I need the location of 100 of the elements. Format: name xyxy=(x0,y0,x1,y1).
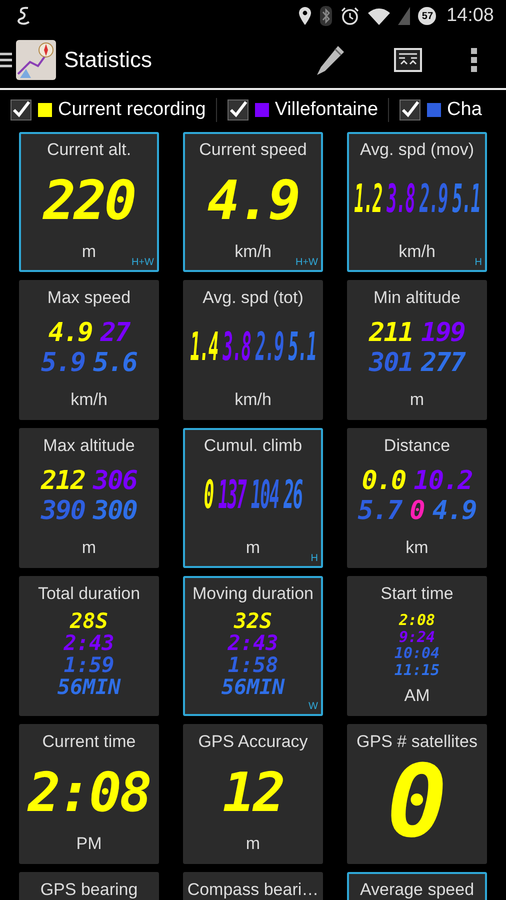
tile-title: GPS # satellites xyxy=(356,732,478,752)
stat-tile[interactable]: Start time 2:08 9:24 10:04 11:15 AM xyxy=(347,576,487,716)
menu-icon[interactable] xyxy=(0,50,12,70)
stat-tile[interactable]: Current speed 4.9 km/h H+W xyxy=(183,132,323,272)
stat-tile[interactable]: Current alt. 220 m H+W xyxy=(19,132,159,272)
stat-tile[interactable]: Min altitude 211 199 301 277 m xyxy=(347,280,487,420)
source-label: H+W xyxy=(296,257,318,268)
tile-title: Total duration xyxy=(38,584,140,604)
stat-tile[interactable]: Compass beari… xyxy=(183,872,323,900)
stat-value: 212 xyxy=(41,467,85,497)
stat-tile[interactable]: Max speed 4.9 27 5.9 5.6 km/h xyxy=(19,280,159,420)
stat-value: 10.2 xyxy=(414,467,472,497)
source-label: H xyxy=(474,257,482,268)
stat-value: 32S xyxy=(234,610,272,632)
battery-level: 57 xyxy=(418,7,436,25)
signal-icon xyxy=(398,7,410,25)
stat-value: 3.8 xyxy=(222,329,250,369)
stat-tile[interactable]: GPS Accuracy 12 m xyxy=(183,724,323,864)
stat-value: 2.9 xyxy=(256,329,284,369)
pencil-icon[interactable] xyxy=(316,44,346,76)
tile-title: Current speed xyxy=(199,140,307,160)
stat-value: 11:15 xyxy=(394,662,440,678)
track-label[interactable]: Villefontaine xyxy=(274,99,378,121)
stat-value: 199 xyxy=(421,319,465,349)
stat-value: 1:58 xyxy=(228,654,278,676)
track-label[interactable]: Current recording xyxy=(58,99,206,121)
stat-value: 390 xyxy=(41,497,85,527)
stat-value: 211 xyxy=(369,319,413,349)
stat-value: 3.8 xyxy=(386,181,414,221)
stat-value: 104 xyxy=(250,477,279,517)
screen-title: Statistics xyxy=(64,47,152,73)
alarm-icon xyxy=(340,6,360,26)
stat-value: 2:08 xyxy=(398,612,436,628)
source-label: W xyxy=(308,701,318,712)
stat-tile[interactable]: Cumul. climb 013710426 m H xyxy=(183,428,323,568)
dashboard-icon[interactable] xyxy=(394,48,422,72)
stat-value: 28S xyxy=(70,610,108,632)
stat-tile[interactable]: Current time 2:08 PM xyxy=(19,724,159,864)
unit-label: km/h xyxy=(234,390,272,410)
stat-value: 26 xyxy=(284,477,302,517)
stat-value: 0.0 xyxy=(362,467,406,497)
stat-value: 0 xyxy=(410,497,424,527)
unit-label: km/h xyxy=(234,242,272,262)
stat-value: 27 xyxy=(100,319,130,349)
stat-value: 5.9 xyxy=(41,349,85,379)
tile-title: Cumul. climb xyxy=(204,436,302,456)
map-icon[interactable] xyxy=(16,40,56,80)
stat-value: 5.1 xyxy=(288,329,316,369)
stat-tile[interactable]: Avg. spd (mov) 1.23.82.95.1 km/h H xyxy=(347,132,487,272)
wifi-icon xyxy=(368,7,390,25)
stat-tile[interactable]: Distance 0.0 10.2 5.7 0 4.9 km xyxy=(347,428,487,568)
tile-title: Avg. spd (tot) xyxy=(202,288,304,308)
stat-value: 0 xyxy=(204,477,214,517)
stat-value: 12 xyxy=(222,766,284,820)
unit-label: m xyxy=(410,390,424,410)
stat-value: 1.4 xyxy=(190,329,218,369)
checkbox[interactable] xyxy=(399,99,422,121)
stat-value: 4.9 xyxy=(432,497,476,527)
tile-title: Start time xyxy=(380,584,454,604)
stat-tile[interactable]: GPS bearing xyxy=(19,872,159,900)
stat-tile[interactable]: Max altitude 212 306 390 300 m xyxy=(19,428,159,568)
stat-value: 56MIN xyxy=(221,676,285,698)
stat-value: 301 xyxy=(369,349,413,379)
tile-title: Max altitude xyxy=(43,436,135,456)
tile-title: Moving duration xyxy=(192,584,314,604)
stat-tile[interactable]: Avg. spd (tot) 1.43.82.95.1 km/h xyxy=(183,280,323,420)
stat-value: 1.2 xyxy=(354,181,382,221)
stat-value: 9:24 xyxy=(398,628,436,645)
clock: 14:08 xyxy=(446,5,494,27)
stat-tile[interactable]: Moving duration 32S 2:43 1:58 56MIN W xyxy=(183,576,323,716)
stat-value: 2:43 xyxy=(64,632,114,654)
stat-value: 56MIN xyxy=(57,676,121,698)
stat-tile[interactable]: Total duration 28S 2:43 1:59 56MIN xyxy=(19,576,159,716)
stat-value: 300 xyxy=(93,497,137,527)
source-label: H+W xyxy=(132,257,154,268)
stat-value: 1:59 xyxy=(64,654,114,676)
unit-label: km xyxy=(406,538,428,558)
stat-value: 277 xyxy=(421,349,465,379)
source-label: H xyxy=(310,553,318,564)
checkbox[interactable] xyxy=(10,99,32,121)
tile-title: Min altitude xyxy=(374,288,460,308)
stat-tile[interactable]: Average speed xyxy=(347,872,487,900)
tile-title: Compass beari… xyxy=(187,880,319,900)
stat-value: 2:08 xyxy=(28,766,150,820)
bluetooth-icon xyxy=(320,6,332,26)
unit-label: AM xyxy=(404,686,430,706)
stat-value: 306 xyxy=(93,467,137,497)
stat-tile[interactable]: GPS # satellites 0 xyxy=(347,724,487,864)
checkbox[interactable] xyxy=(226,99,249,121)
tile-title: GPS Accuracy xyxy=(198,732,308,752)
track-label[interactable]: Cha xyxy=(447,99,482,121)
unit-label: km/h xyxy=(398,242,436,262)
stat-value: 0 xyxy=(386,752,448,852)
unit-label: m xyxy=(82,242,96,262)
overflow-menu-icon[interactable] xyxy=(470,47,478,73)
tile-title: Current time xyxy=(42,732,136,752)
tile-title: Average speed xyxy=(360,880,474,900)
tile-title: Avg. spd (mov) xyxy=(360,140,474,160)
stat-value: 220 xyxy=(43,174,135,228)
stat-value: 2:43 xyxy=(228,632,278,654)
